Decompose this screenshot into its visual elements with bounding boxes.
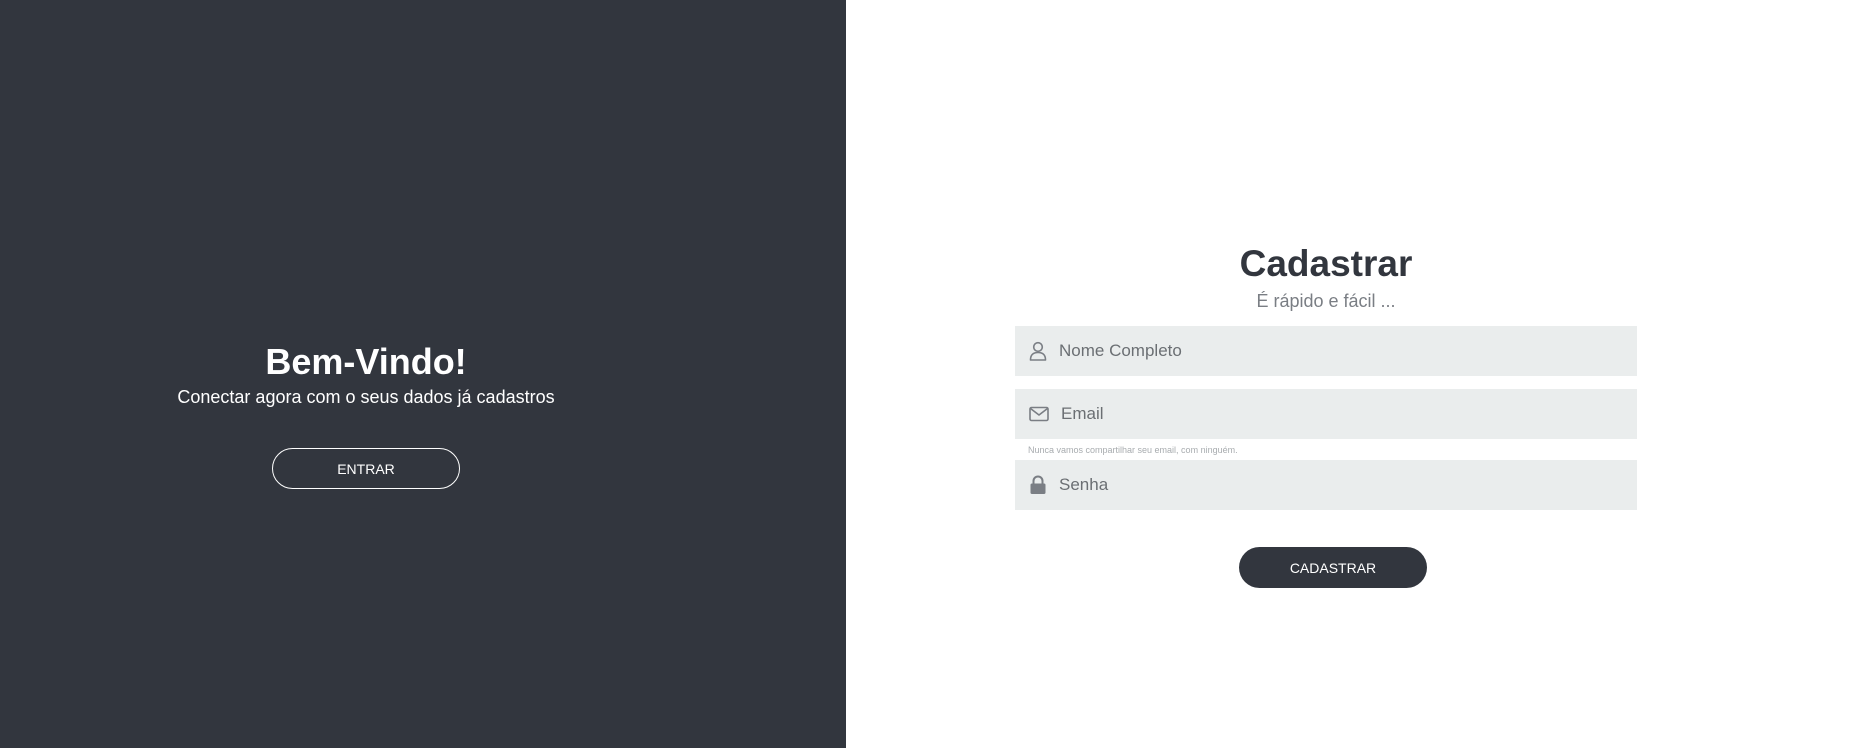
email-field — [1015, 389, 1637, 439]
user-icon — [1027, 340, 1049, 362]
signup-panel: Cadastrar É rápido e fácil ... Nome Comp… — [846, 0, 1868, 748]
envelope-icon — [1027, 403, 1051, 425]
welcome-title: Bem-Vindo! — [265, 341, 467, 382]
name-field — [1015, 326, 1637, 376]
lock-icon — [1027, 474, 1049, 496]
signup-form: Cadastrar É rápido e fácil ... Nome Comp… — [1015, 242, 1637, 588]
submit-wrap: CADASTRAR — [1015, 547, 1637, 588]
enter-button[interactable]: ENTRAR — [272, 448, 460, 489]
welcome-panel: Bem-Vindo! Conectar agora com o seus dad… — [0, 0, 846, 748]
cadastrar-button[interactable]: CADASTRAR — [1239, 547, 1427, 588]
form-subtitle: É rápido e fácil ... — [1256, 291, 1396, 311]
password-input[interactable] — [1057, 464, 1621, 506]
email-input[interactable] — [1059, 393, 1623, 435]
form-title: Cadastrar — [1239, 243, 1413, 284]
welcome-content: Bem-Vindo! Conectar agora com o seus dad… — [0, 340, 732, 489]
page: Bem-Vindo! Conectar agora com o seus dad… — [0, 0, 1868, 748]
password-field — [1015, 460, 1637, 510]
welcome-subtitle: Conectar agora com o seus dados já cadas… — [177, 387, 555, 407]
name-input[interactable] — [1057, 330, 1621, 372]
email-help-text: Nunca vamos compartilhar seu email, com … — [1028, 445, 1238, 455]
